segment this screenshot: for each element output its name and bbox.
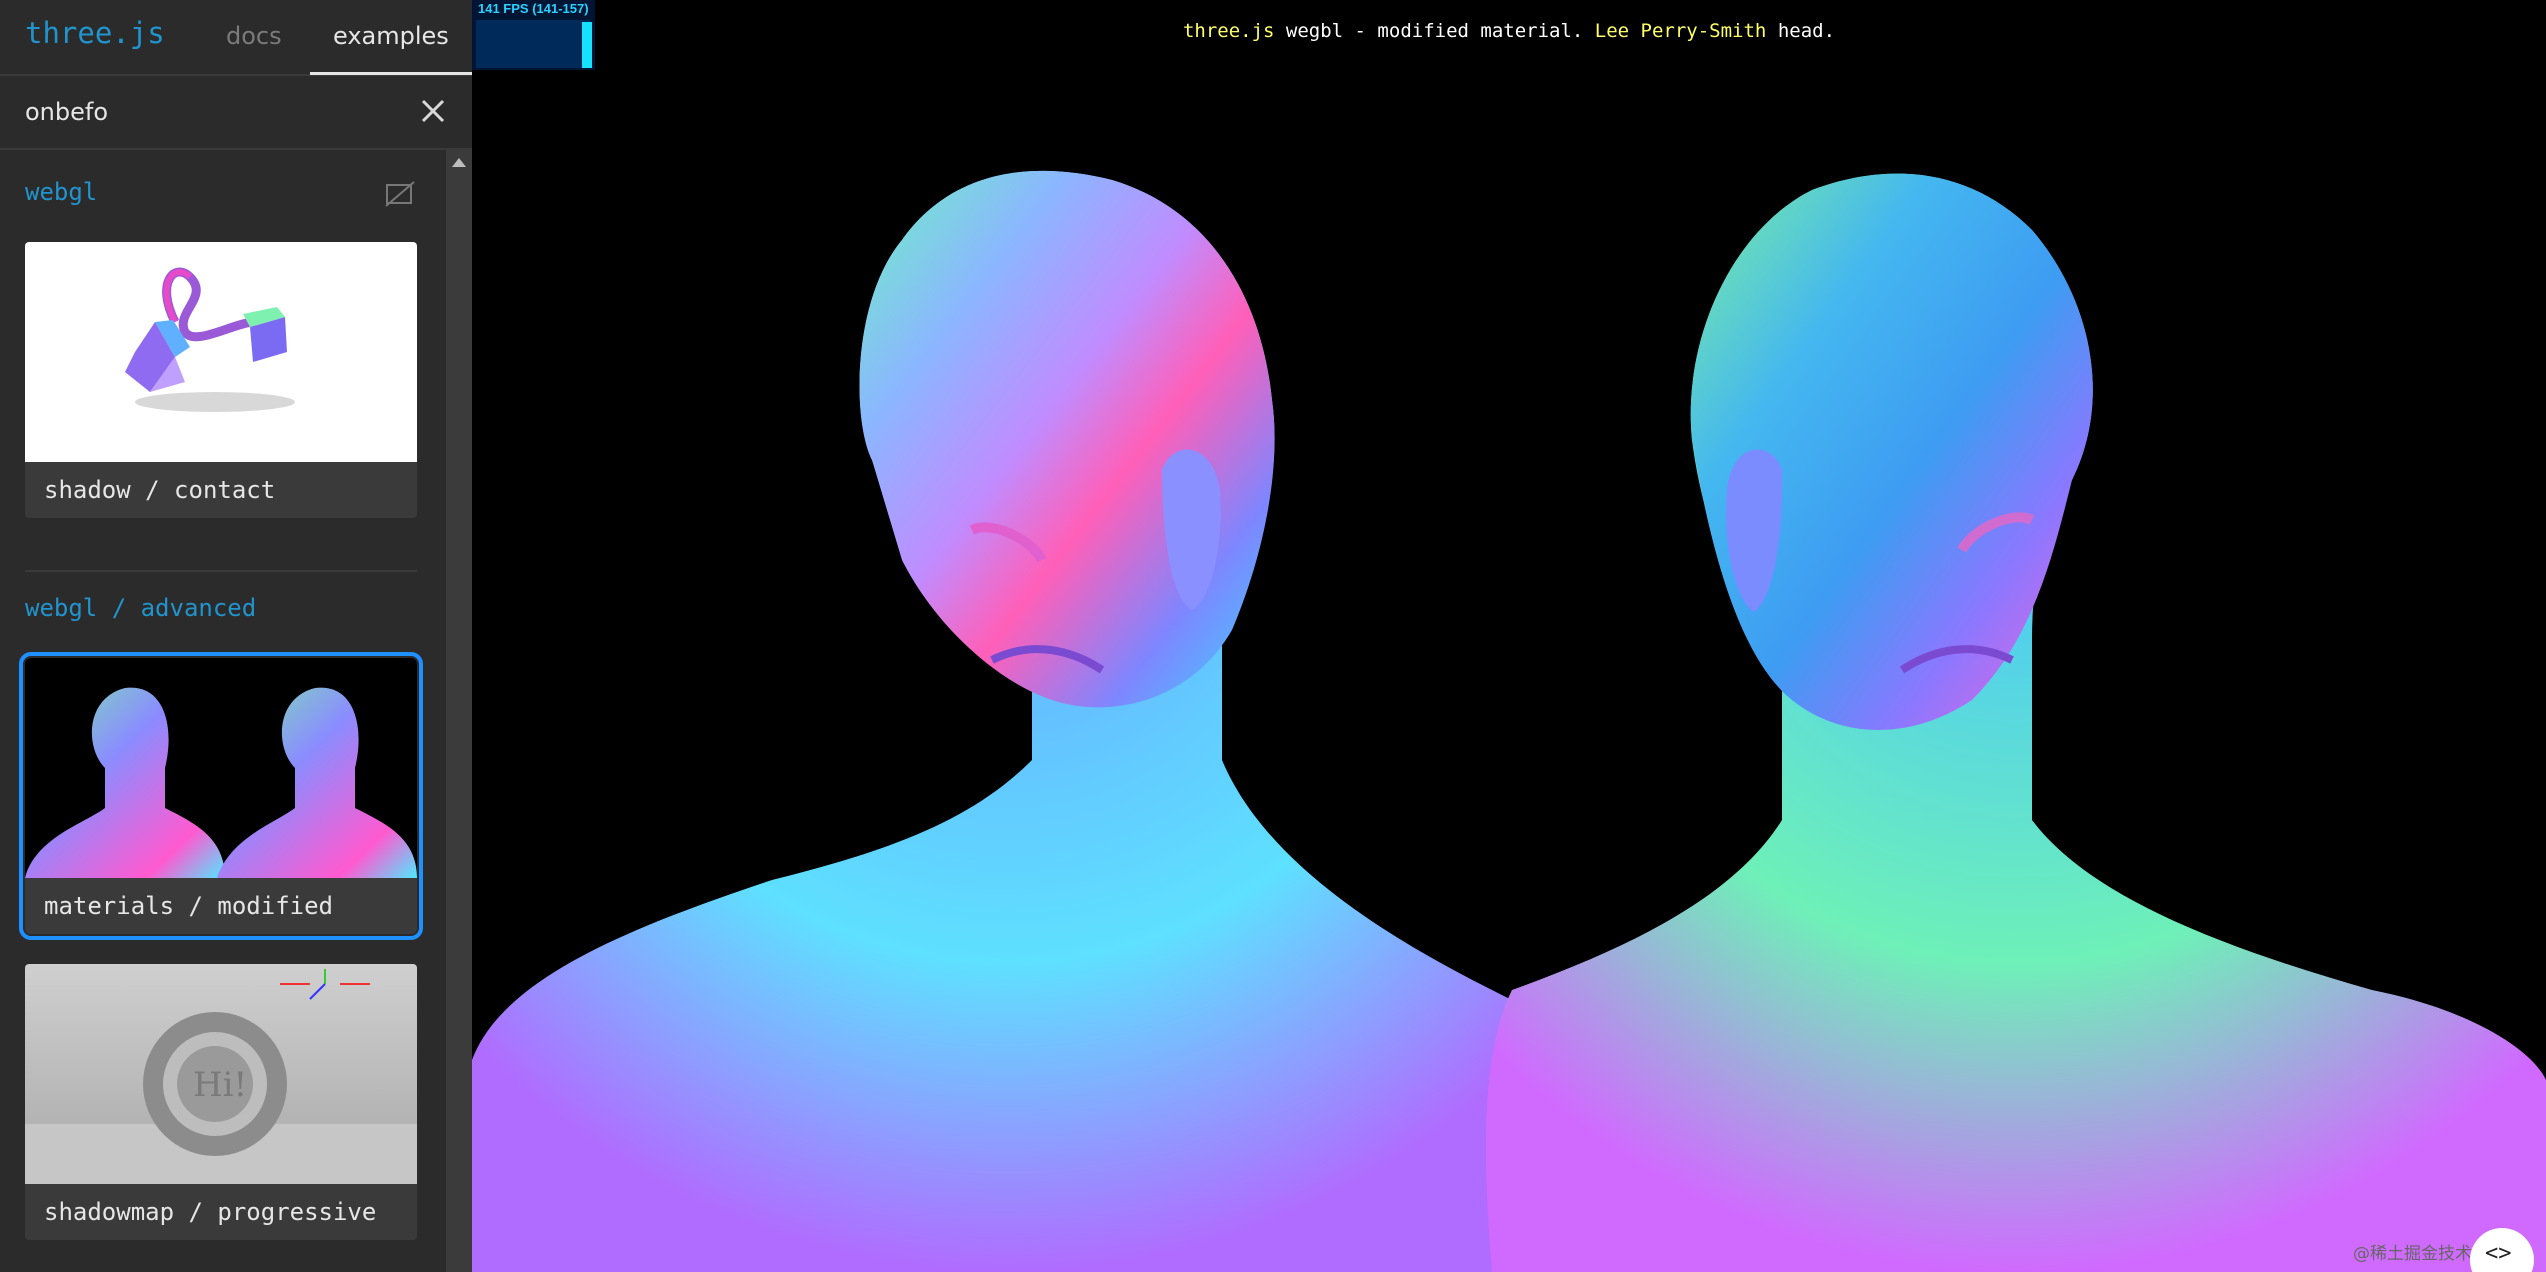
brand-logo[interactable]: three.js (25, 16, 165, 50)
sidebar: three.js docs examples onbefo webgl shad… (0, 0, 472, 1272)
example-label: materials / modified (25, 878, 417, 934)
search-input[interactable]: onbefo (25, 98, 108, 126)
tab-examples[interactable]: examples (333, 22, 449, 50)
section-title-webgl: webgl (25, 178, 98, 206)
sidebar-scrollbar[interactable] (446, 150, 472, 1272)
webgl-viewport[interactable]: 141 FPS (141-157) three.js wegbl - modif… (472, 0, 2546, 1272)
thumbnail-materials-modified (25, 658, 417, 878)
svg-text:Hi!: Hi! (193, 1065, 247, 1105)
info-text: wegbl - modified material. (1274, 20, 1595, 42)
example-card-shadowmap-progressive[interactable]: Hi! shadowmap / progressive (25, 964, 417, 1240)
info-text-end: head. (1766, 20, 1836, 42)
close-icon[interactable] (418, 96, 448, 126)
code-icon: <> (2485, 1241, 2512, 1266)
scroll-up-icon[interactable] (452, 158, 466, 167)
hide-preview-icon[interactable] (384, 180, 416, 208)
examples-list: webgl shadow / contact webgl / advanced (0, 150, 446, 1272)
thumbnail-shadow-contact (25, 242, 417, 462)
info-link-lee-perry-smith[interactable]: Lee Perry-Smith (1595, 20, 1767, 42)
example-card-shadow-contact[interactable]: shadow / contact (25, 242, 417, 518)
tab-docs[interactable]: docs (226, 22, 282, 50)
sidebar-header: three.js docs examples (0, 0, 472, 76)
rendered-heads-scene (472, 170, 2546, 1272)
example-card-materials-modified[interactable]: materials / modified (19, 652, 423, 940)
search-bar[interactable]: onbefo (0, 76, 472, 150)
section-divider (25, 570, 417, 572)
section-title-webgl-advanced: webgl / advanced (25, 594, 257, 622)
example-label: shadowmap / progressive (25, 1184, 417, 1240)
active-tab-indicator (310, 72, 472, 75)
example-label: shadow / contact (25, 462, 417, 518)
fps-readout: 141 FPS (141-157) (478, 1, 589, 16)
info-link-threejs[interactable]: three.js (1183, 20, 1275, 42)
info-caption: three.js wegbl - modified material. Lee … (472, 20, 2546, 42)
thumbnail-shadowmap-progressive: Hi! (25, 964, 417, 1184)
